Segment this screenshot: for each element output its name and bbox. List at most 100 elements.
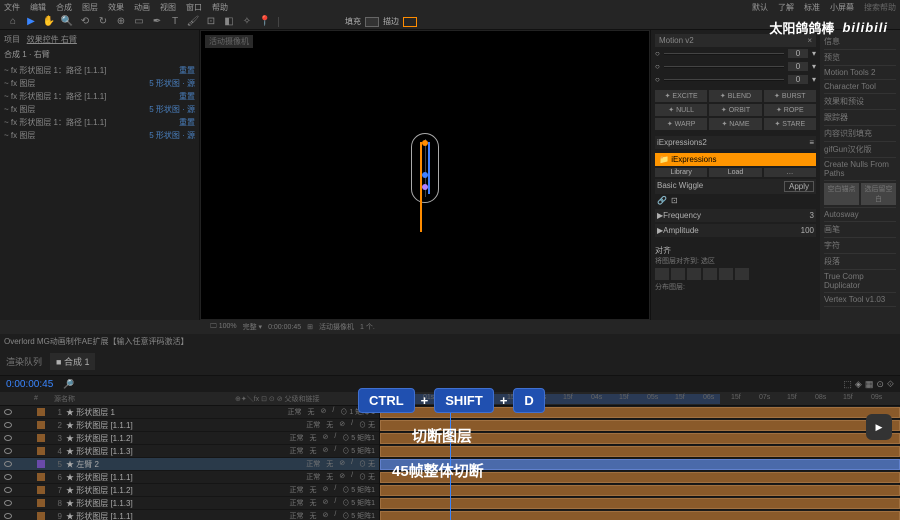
align-bottom-icon[interactable] <box>735 268 749 280</box>
workspace-default[interactable]: 默认 <box>752 2 768 13</box>
shape-tool-icon[interactable]: ▭ <box>132 15 146 29</box>
layer-name[interactable]: ★ 形状图层 1 <box>66 407 288 418</box>
slider-opt-icon[interactable]: ▾ <box>812 75 816 84</box>
home-icon[interactable]: ⌂ <box>6 15 20 29</box>
link-icon[interactable]: 🔗 <box>657 196 667 205</box>
project-tab[interactable]: 项目 <box>4 35 20 44</box>
zoom-value[interactable]: 🖵 100% <box>210 323 237 331</box>
align-top-icon[interactable] <box>703 268 717 280</box>
layer-row[interactable]: 1★ 形状图层 1正常无⊘/⊙ 1 矩阵 1 <box>0 406 379 419</box>
slider-track[interactable] <box>664 53 784 55</box>
tl-tool-icon[interactable]: ⬚ <box>843 379 852 390</box>
tl-tool-icon[interactable]: ◈ <box>855 379 862 390</box>
panel-tab[interactable]: Autosway <box>824 208 896 222</box>
motion-rope-button[interactable]: ✦ ROPE <box>764 104 816 116</box>
tl-tool-icon[interactable]: ⊙ <box>876 379 884 390</box>
workspace-learn[interactable]: 了解 <box>778 2 794 13</box>
puppet-tool-icon[interactable]: 📍 <box>258 15 272 29</box>
iexp-library-tab[interactable]: Library <box>655 168 707 177</box>
null-btn-2[interactable]: 选后留空白 <box>861 183 896 205</box>
selection-tool-icon[interactable]: ▶ <box>24 15 38 29</box>
align-left-icon[interactable] <box>655 268 669 280</box>
prop-name[interactable]: ~ fx 图层 <box>4 78 149 89</box>
color-tag[interactable] <box>37 434 45 442</box>
panel-tab[interactable]: 段落 <box>824 254 896 270</box>
color-tag[interactable] <box>37 408 45 416</box>
track[interactable] <box>380 497 900 510</box>
camera-dropdown[interactable]: 活动摄像机 <box>319 322 354 332</box>
slider-opt-icon[interactable]: ▾ <box>812 62 816 71</box>
layer-row[interactable]: 2★ 形状图层 [1.1.1]正常无⊘/⊙ 无 <box>0 419 379 432</box>
layer-row[interactable]: 4★ 形状图层 [1.1.3]正常无⊘/⊙ 5 矩阵1 <box>0 445 379 458</box>
prop-value[interactable]: 5 形状图 · 源 <box>149 78 195 89</box>
brush-tool-icon[interactable]: 🖌 <box>186 15 200 29</box>
align-mid-icon[interactable] <box>719 268 733 280</box>
layer-row[interactable]: 6★ 形状图层 [1.1.1]正常无⊘/⊙ 无 <box>0 471 379 484</box>
panel-tab[interactable]: 内容识别填充 <box>824 126 896 142</box>
slider-value[interactable]: 0 <box>788 62 808 71</box>
visibility-icon[interactable] <box>4 435 12 441</box>
layer-name[interactable]: ★ 形状图层 [1.1.3] <box>66 446 289 457</box>
visibility-icon[interactable] <box>4 500 12 506</box>
panel-tab[interactable]: 画笔 <box>824 222 896 238</box>
menu-layer[interactable]: 图层 <box>82 2 98 13</box>
menu-comp[interactable]: 合成 <box>56 2 72 13</box>
visibility-icon[interactable] <box>4 487 12 493</box>
panel-tab[interactable]: 效果和预设 <box>824 94 896 110</box>
anchor-tool-icon[interactable]: ⊕ <box>114 15 128 29</box>
prop-name[interactable]: ~ fx 图层 <box>4 104 149 115</box>
motion-burst-button[interactable]: ✦ BURST <box>764 90 816 102</box>
slider-value[interactable]: 0 <box>788 49 808 58</box>
prop-value[interactable]: 5 形状图 · 源 <box>149 104 195 115</box>
freq-value[interactable]: 3 <box>810 211 814 220</box>
null-btn-1[interactable]: 空白锚点 <box>824 183 859 205</box>
color-tag[interactable] <box>37 447 45 455</box>
clip[interactable] <box>380 485 900 496</box>
menu-file[interactable]: 文件 <box>4 2 20 13</box>
panel-tab[interactable]: Motion Tools 2 <box>824 66 896 80</box>
eraser-tool-icon[interactable]: ◧ <box>222 15 236 29</box>
menu-anim[interactable]: 动画 <box>134 2 150 13</box>
panel-tab[interactable]: True Comp Duplicator <box>824 270 896 293</box>
visibility-icon[interactable] <box>4 461 12 467</box>
panel-tab[interactable]: 跟踪器 <box>824 110 896 126</box>
close-icon[interactable]: × <box>807 36 812 45</box>
layer-name[interactable]: ★ 左臂 2 <box>66 459 306 470</box>
motion-name-button[interactable]: ✦ NAME <box>709 118 761 130</box>
menu-view[interactable]: 视图 <box>160 2 176 13</box>
visibility-icon[interactable] <box>4 513 12 519</box>
grid-icon[interactable]: ⊞ <box>307 323 313 331</box>
prop-name[interactable]: ~ fx 形状图层 1：路径 [1.1.1] <box>4 65 179 76</box>
slider-track[interactable] <box>664 66 784 68</box>
motion-warp-button[interactable]: ✦ WARP <box>655 118 707 130</box>
amp-value[interactable]: 100 <box>801 226 814 235</box>
color-tag[interactable] <box>37 460 45 468</box>
motion-blend-button[interactable]: ✦ BLEND <box>709 90 761 102</box>
layer-name[interactable]: ★ 形状图层 [1.1.3] <box>66 498 289 509</box>
view-count[interactable]: 1 个. <box>360 322 375 332</box>
text-tool-icon[interactable]: T <box>168 15 182 29</box>
workspace-small[interactable]: 小屏幕 <box>830 2 854 13</box>
align-right-icon[interactable] <box>687 268 701 280</box>
color-tag[interactable] <box>37 421 45 429</box>
prop-value[interactable]: 5 形状图 · 源 <box>149 130 195 141</box>
clip[interactable] <box>380 498 900 509</box>
menu-help[interactable]: 帮助 <box>212 2 228 13</box>
hand-tool-icon[interactable]: ✋ <box>42 15 56 29</box>
float-play-button[interactable]: ▶ <box>866 414 892 440</box>
panel-tab[interactable]: Create Nulls From Paths <box>824 158 896 181</box>
motion-null-button[interactable]: ✦ NULL <box>655 104 707 116</box>
iexp-more-tab[interactable]: … <box>764 168 816 177</box>
apply-button[interactable]: Apply <box>784 181 814 192</box>
resolution-dropdown[interactable]: 完整 ▾ <box>243 322 262 332</box>
layer-name[interactable]: ★ 形状图层 [1.1.1] <box>66 420 306 431</box>
fill-swatch[interactable] <box>365 17 379 27</box>
menu-edit[interactable]: 编辑 <box>30 2 46 13</box>
layer-row[interactable]: 8★ 形状图层 [1.1.3]正常无⊘/⊙ 5 矩阵1 <box>0 497 379 510</box>
layer-row[interactable]: 9★ 形状图层 [1.1.1]正常无⊘/⊙ 5 矩阵1 <box>0 510 379 520</box>
motion-excite-button[interactable]: ✦ EXCITE <box>655 90 707 102</box>
layer-name[interactable]: ★ 形状图层 [1.1.1] <box>66 511 289 520</box>
stamp-tool-icon[interactable]: ⊡ <box>204 15 218 29</box>
visibility-icon[interactable] <box>4 474 12 480</box>
tl-tool-icon[interactable]: ▦ <box>865 379 874 390</box>
